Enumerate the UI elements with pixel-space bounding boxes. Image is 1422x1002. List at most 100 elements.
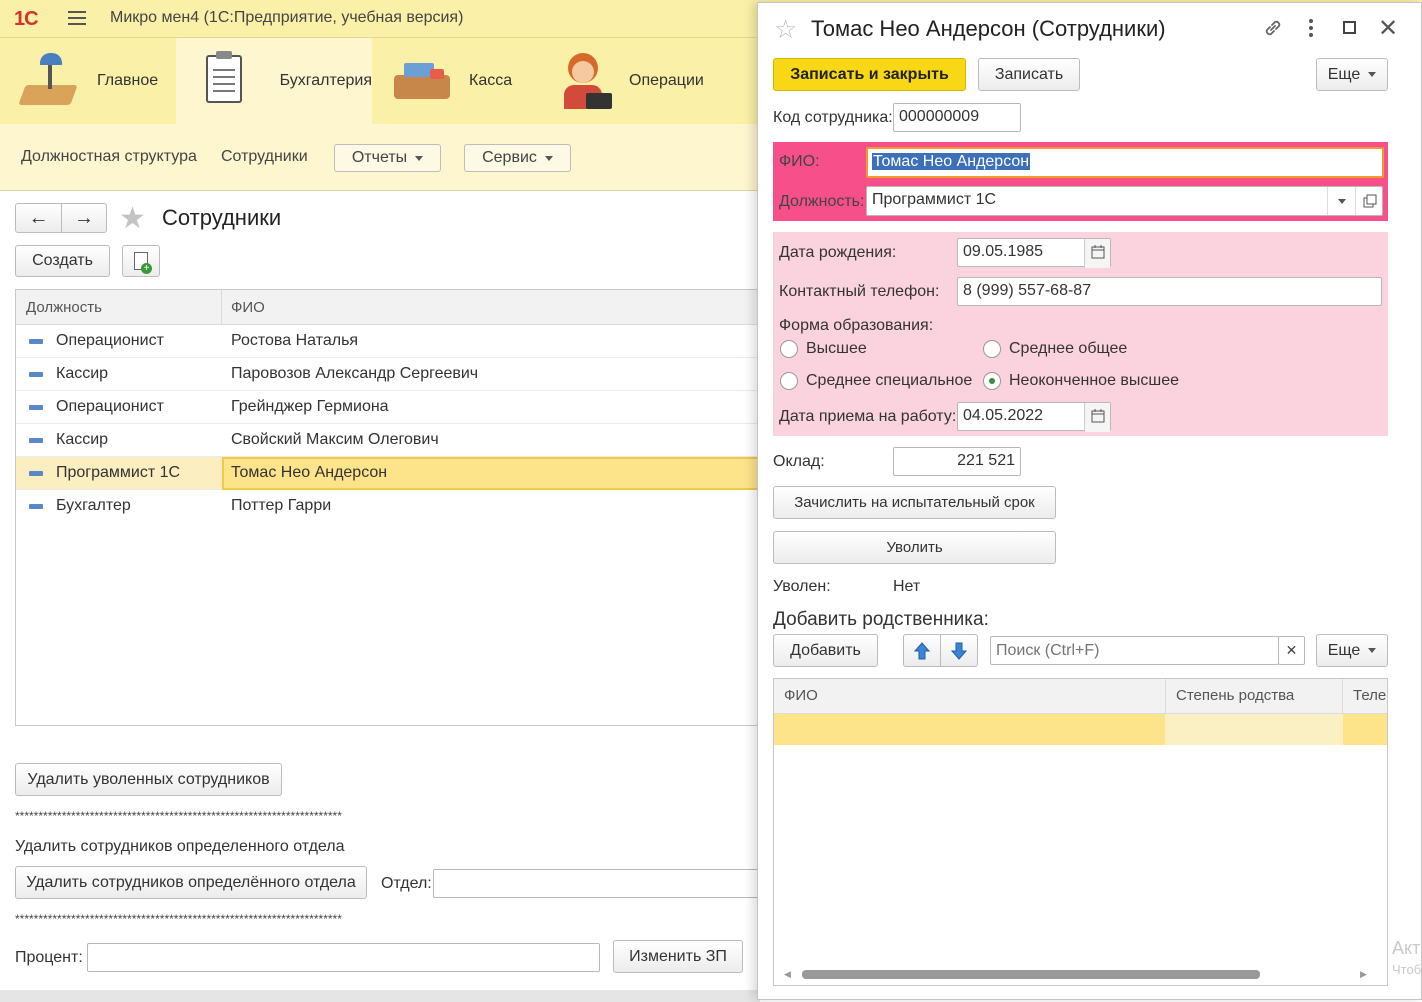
search-input[interactable] <box>990 636 1279 665</box>
phone-label: Контактный телефон: <box>779 283 940 300</box>
relatives-table[interactable]: ФИО Степень родства Теле ◀ ▶ <box>773 678 1388 986</box>
hire-field[interactable]: 04.05.2022 <box>957 402 1111 432</box>
calendar-icon[interactable] <box>1084 239 1110 268</box>
code-value: 000000009 <box>899 108 980 125</box>
cell-fio: Грейнджер Гермиона <box>231 398 389 415</box>
table-row-selected[interactable]: Программист 1С Томас Нео Андерсон <box>16 457 761 490</box>
maximize-icon[interactable] <box>1343 21 1356 34</box>
radio-incomplete-higher[interactable] <box>983 372 1001 390</box>
scroll-left-icon[interactable]: ◀ <box>784 969 791 980</box>
dropdown-button[interactable] <box>1327 187 1355 215</box>
reports-label: Отчеты <box>351 149 408 166</box>
chevron-down-icon <box>1368 648 1377 653</box>
table-row[interactable]: Бухгалтер Поттер Гарри <box>16 490 761 523</box>
open-button[interactable] <box>1355 187 1383 215</box>
horizontal-scrollbar[interactable] <box>802 970 1260 979</box>
move-down-button[interactable] <box>940 634 978 667</box>
column-header-fio[interactable]: ФИО <box>231 299 265 316</box>
section-accounting[interactable]: Бухгалтерия <box>176 38 372 124</box>
cell-fio: Томас Нео Андерсон <box>231 464 388 481</box>
column-header-kinship[interactable]: Степень родства <box>1176 687 1294 704</box>
birth-value: 09.05.1985 <box>963 243 1044 260</box>
clear-search-icon[interactable]: ✕ <box>1278 636 1305 665</box>
more-label: Еще <box>1327 65 1361 83</box>
fire-button[interactable]: Уволить <box>773 531 1056 564</box>
radio-secondary-general[interactable] <box>983 340 1001 358</box>
position-field[interactable]: Программист 1С <box>866 186 1383 216</box>
table-cell[interactable] <box>1165 714 1343 745</box>
nav-link-employees[interactable]: Сотрудники <box>221 148 308 166</box>
scroll-right-icon[interactable]: ▶ <box>1360 969 1367 980</box>
change-salary-button[interactable]: Изменить ЗП <box>613 940 743 973</box>
more-vertical-icon[interactable] <box>1306 17 1316 45</box>
save-button[interactable]: Записать <box>978 58 1080 91</box>
section-cash[interactable]: Касса <box>372 38 532 124</box>
item-icon <box>29 339 43 344</box>
favorite-star-icon[interactable]: ★ <box>119 201 146 236</box>
link-icon[interactable] <box>1263 18 1283 44</box>
hire-label: Дата приема на работу: <box>779 408 957 425</box>
probation-button[interactable]: Зачислить на испытательный срок <box>773 486 1056 519</box>
phone-field[interactable]: 8 (999) 557-68-87 <box>957 277 1382 306</box>
1c-logo[interactable]: 1С <box>14 8 39 31</box>
favorite-star-icon[interactable]: ☆ <box>774 14 797 45</box>
nav-link-position-structure[interactable]: Должностная структура <box>21 148 197 166</box>
move-up-button[interactable] <box>903 634 941 667</box>
clipboard-icon <box>198 49 256 113</box>
table-row-selected[interactable] <box>774 714 1165 745</box>
item-icon <box>29 372 43 377</box>
section-label: Бухгалтерия <box>279 72 372 89</box>
position-value: Программист 1С <box>872 191 997 208</box>
page-title: Сотрудники <box>162 205 282 230</box>
table-row[interactable]: Кассир Паровозов Александр Сергеевич <box>16 358 761 391</box>
chevron-down-icon <box>1337 198 1346 204</box>
service-label: Сервис <box>482 149 537 166</box>
percent-field[interactable] <box>87 943 600 972</box>
close-icon[interactable]: ✕ <box>1378 14 1398 43</box>
section-label: Главное <box>97 72 159 89</box>
more-button[interactable]: Еще <box>1316 58 1388 91</box>
service-dropdown[interactable]: Сервис <box>464 144 571 172</box>
fired-label: Уволен: <box>773 578 831 595</box>
reports-dropdown[interactable]: Отчеты <box>334 144 441 172</box>
salary-label: Оклад: <box>773 453 825 470</box>
column-header-fio[interactable]: ФИО <box>784 687 818 704</box>
section-operations[interactable]: Операции <box>532 38 712 124</box>
add-relative-button[interactable]: Добавить <box>773 634 878 667</box>
back-button[interactable]: ← <box>15 203 62 233</box>
cell-position: Кассир <box>56 431 109 448</box>
delete-fired-button[interactable]: Удалить уволенных сотрудников <box>15 763 282 796</box>
birth-label: Дата рождения: <box>779 244 897 261</box>
salary-field[interactable]: 221 521 <box>893 447 1021 476</box>
column-header-phone[interactable]: Теле <box>1353 687 1386 704</box>
table-row[interactable]: Кассир Свойский Максим Олегович <box>16 424 761 457</box>
birth-field[interactable]: 09.05.1985 <box>957 238 1111 268</box>
column-header-position[interactable]: Должность <box>26 299 102 316</box>
dept-field[interactable] <box>433 869 763 898</box>
calendar-icon[interactable] <box>1084 403 1110 432</box>
delete-dept-button[interactable]: Удалить сотрудников определённого отдела <box>15 866 367 899</box>
radio-incomplete-higher-label: Неоконченное высшее <box>1009 372 1180 389</box>
table-row[interactable]: Операционист Грейнджер Гермиона <box>16 391 761 424</box>
more-button-relatives[interactable]: Еще <box>1316 634 1388 667</box>
table-cell[interactable] <box>1343 714 1387 745</box>
table-row[interactable]: Операционист Ростова Наталья <box>16 325 761 358</box>
item-icon <box>29 504 43 509</box>
code-field[interactable]: 000000009 <box>893 103 1021 132</box>
employees-table[interactable]: Должность ФИО Операционист Ростова Натал… <box>15 289 761 726</box>
create-button[interactable]: Создать <box>15 245 110 277</box>
form-title: Томас Нео Андерсон (Сотрудники) <box>811 16 1166 41</box>
copy-document-button[interactable]: + <box>122 245 160 277</box>
hamburger-menu-icon[interactable] <box>68 11 86 25</box>
fio-field[interactable]: Томас Нео Андерсон <box>866 147 1384 178</box>
phone-value: 8 (999) 557-68-87 <box>963 282 1092 299</box>
radio-secondary-special[interactable] <box>780 372 798 390</box>
watermark-text: Акт <box>1392 938 1421 958</box>
status-strip <box>0 990 760 1002</box>
item-icon <box>29 438 43 443</box>
save-and-close-button[interactable]: Записать и закрыть <box>773 58 966 91</box>
watermark-text: Чтоб <box>1392 962 1422 977</box>
forward-button[interactable]: → <box>61 203 107 233</box>
radio-higher[interactable] <box>780 340 798 358</box>
section-main[interactable]: Главное <box>0 38 176 124</box>
